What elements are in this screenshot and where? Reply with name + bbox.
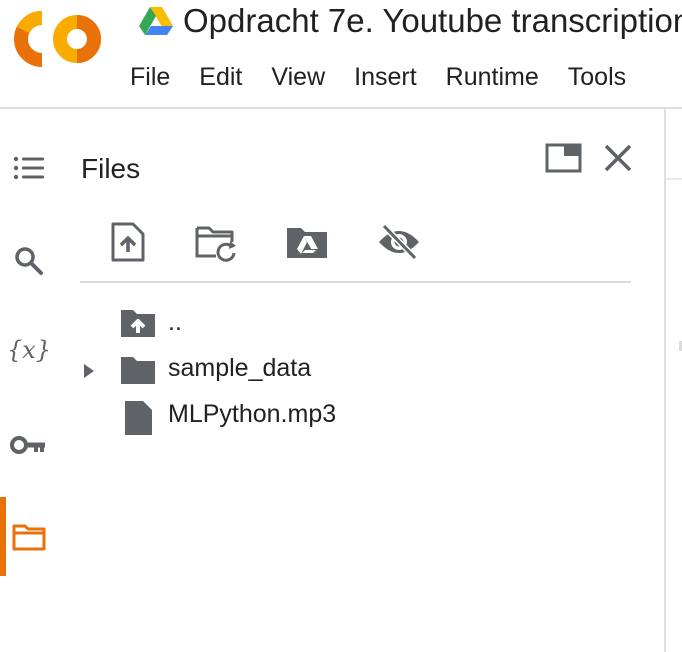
colab-logo[interactable] bbox=[14, 10, 102, 68]
tree-item-sample-data[interactable]: sample_data bbox=[80, 352, 380, 388]
key-icon[interactable] bbox=[10, 426, 48, 464]
menu-insert[interactable]: Insert bbox=[354, 60, 417, 94]
svg-text:{x}: {x} bbox=[8, 336, 50, 364]
panel-title: Files bbox=[81, 153, 141, 184]
folder-icon bbox=[121, 357, 155, 384]
tree-item-label: sample_data bbox=[168, 354, 312, 382]
close-icon[interactable] bbox=[598, 140, 638, 176]
expand-arrow-icon[interactable] bbox=[82, 363, 96, 379]
parent-folder-icon bbox=[121, 310, 155, 337]
menu-runtime[interactable]: Runtime bbox=[446, 60, 539, 94]
toolbar-divider bbox=[80, 281, 631, 283]
tree-item-parent[interactable]: .. bbox=[80, 306, 380, 342]
variables-icon[interactable]: {x} bbox=[8, 331, 50, 369]
active-rail-indicator bbox=[0, 497, 6, 576]
tree-item-mlpython-mp3[interactable]: MLPython.mp3 bbox=[80, 398, 380, 435]
google-drive-icon[interactable] bbox=[139, 6, 173, 36]
menu-tools[interactable]: Tools bbox=[568, 60, 626, 94]
folder-icon[interactable] bbox=[10, 518, 48, 556]
menu-file[interactable]: File bbox=[130, 60, 170, 94]
menu-view[interactable]: View bbox=[271, 60, 325, 94]
mount-drive-icon[interactable] bbox=[285, 222, 329, 262]
table-of-contents-icon[interactable] bbox=[10, 149, 48, 187]
file-icon bbox=[125, 401, 152, 435]
open-in-tab-icon[interactable] bbox=[544, 140, 584, 176]
refresh-folder-icon[interactable] bbox=[194, 222, 238, 262]
editor-edge bbox=[666, 178, 682, 180]
notebook-title[interactable]: Opdracht 7e. Youtube transcription bbox=[183, 0, 682, 42]
menu-bar: File Edit View Insert Runtime Tools bbox=[130, 60, 626, 94]
tree-item-label: MLPython.mp3 bbox=[168, 400, 337, 428]
panel-splitter[interactable] bbox=[664, 109, 666, 652]
upload-icon[interactable] bbox=[107, 222, 151, 262]
search-icon[interactable] bbox=[10, 241, 48, 279]
header-divider bbox=[0, 107, 682, 109]
tree-item-label: .. bbox=[168, 308, 182, 336]
menu-edit[interactable]: Edit bbox=[199, 60, 242, 94]
hide-files-icon[interactable] bbox=[377, 222, 421, 262]
